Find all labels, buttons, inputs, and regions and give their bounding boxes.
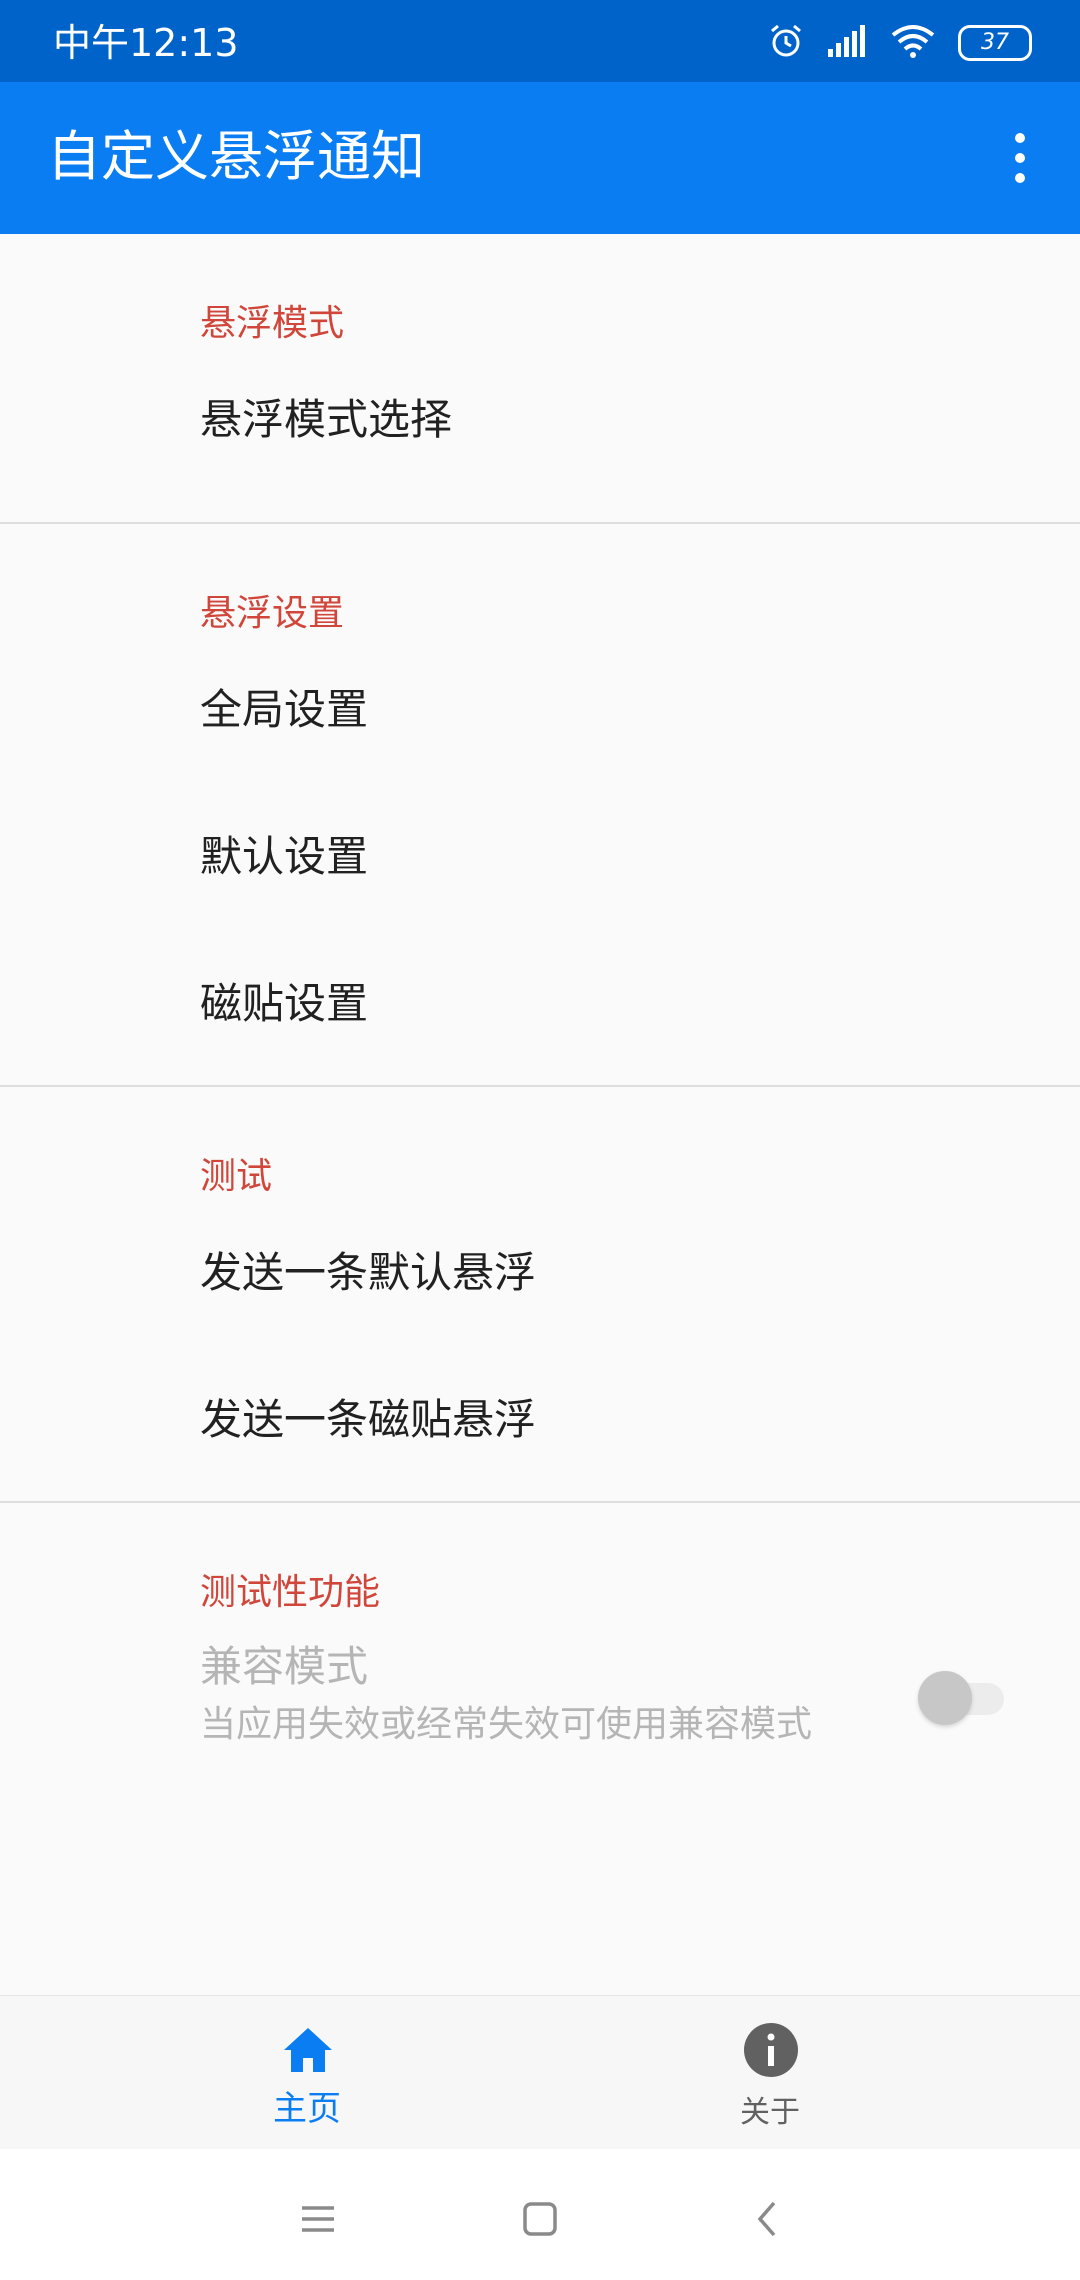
system-menu-button[interactable] [288, 2189, 348, 2249]
pref-float-mode-select[interactable]: 悬浮模式选择 [0, 354, 1080, 522]
status-time: 中午12:13 [53, 21, 239, 65]
nav-tab-about[interactable]: 关于 [620, 1996, 920, 2150]
section-header: 测试性功能 [0, 1503, 1080, 1623]
nav-label: 关于 [740, 2095, 800, 2130]
section-experimental: 测试性功能 兼容模式 当应用失效或经常失效可使用兼容模式 [0, 1503, 1080, 1771]
bottom-navigation: 主页 关于 [0, 1995, 1080, 2150]
section-test: 测试 发送一条默认悬浮 发送一条磁贴悬浮 [0, 1087, 1080, 1503]
pref-default-settings[interactable]: 默认设置 [0, 791, 1080, 938]
status-icons: 37 [768, 22, 1032, 64]
pref-send-default-float[interactable]: 发送一条默认悬浮 [0, 1207, 1080, 1354]
section-float-mode: 悬浮模式 悬浮模式选择 [0, 234, 1080, 524]
wifi-icon [890, 24, 936, 62]
pref-send-tile-float[interactable]: 发送一条磁贴悬浮 [0, 1354, 1080, 1501]
home-icon [284, 2028, 332, 2072]
page-title: 自定义悬浮通知 [47, 125, 425, 188]
pref-compat-mode[interactable]: 兼容模式 当应用失效或经常失效可使用兼容模式 [0, 1623, 1080, 1771]
more-options-button[interactable] [1000, 128, 1040, 188]
section-header: 测试 [0, 1087, 1080, 1207]
nav-tab-home[interactable]: 主页 [157, 1996, 457, 2150]
pref-global-settings[interactable]: 全局设置 [0, 644, 1080, 791]
pref-summary: 当应用失效或经常失效可使用兼容模式 [200, 1704, 813, 1745]
signal-icon [826, 25, 868, 61]
nav-label: 主页 [273, 2089, 341, 2129]
section-header-label: 悬浮模式 [200, 303, 345, 344]
pref-title: 悬浮模式选择 [200, 395, 453, 444]
app-bar: 自定义悬浮通知 [0, 82, 1080, 234]
pref-title: 磁贴设置 [200, 979, 369, 1028]
menu-icon [302, 2206, 334, 2232]
compat-mode-toggle[interactable] [918, 1665, 1004, 1725]
pref-title: 兼容模式 [200, 1642, 369, 1691]
section-header-label: 悬浮设置 [200, 593, 345, 634]
more-vert-icon [1015, 133, 1025, 183]
home-square-icon [523, 2202, 557, 2236]
section-float-settings: 悬浮设置 全局设置 默认设置 磁贴设置 [0, 524, 1080, 1087]
section-header: 悬浮设置 [0, 524, 1080, 644]
preference-list: 悬浮模式 悬浮模式选择 悬浮设置 全局设置 默认设置 磁贴设置 测试 发送一条默… [0, 234, 1080, 1771]
toggle-thumb [918, 1671, 972, 1725]
pref-title: 全局设置 [200, 685, 369, 734]
pref-title: 发送一条磁贴悬浮 [200, 1395, 537, 1444]
back-icon [757, 2201, 776, 2237]
status-bar: 中午12:13 37 [0, 0, 1080, 82]
system-back-button[interactable] [738, 2189, 798, 2249]
pref-title: 发送一条默认悬浮 [200, 1248, 537, 1297]
pref-tile-settings[interactable]: 磁贴设置 [0, 938, 1080, 1085]
system-home-button[interactable] [510, 2189, 570, 2249]
section-header: 悬浮模式 [0, 234, 1080, 354]
pref-title: 默认设置 [200, 832, 369, 881]
section-header-label: 测试性功能 [200, 1572, 381, 1613]
battery-icon: 37 [958, 25, 1032, 61]
system-navigation-bar [0, 2149, 1080, 2280]
alarm-icon [768, 23, 804, 63]
section-header-label: 测试 [200, 1156, 273, 1197]
info-icon [744, 2023, 798, 2077]
